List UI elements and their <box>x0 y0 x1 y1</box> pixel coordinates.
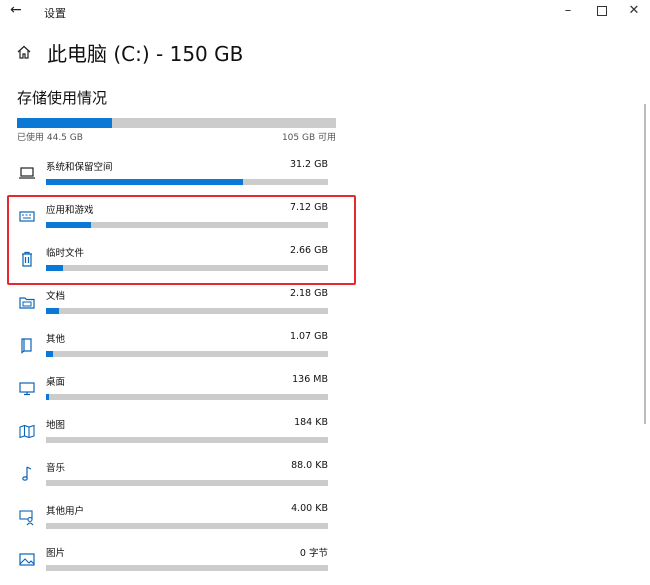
category-name: 桌面 <box>46 377 66 388</box>
maximize-icon <box>597 6 607 16</box>
category-bar-fill <box>46 179 244 185</box>
used-space-label: 已使用 44.5 GB <box>17 133 83 143</box>
category-desktop[interactable]: 桌面 136 MB <box>0 374 340 414</box>
category-size: 136 MB <box>292 374 328 385</box>
category-size: 2.18 GB <box>289 288 328 299</box>
annotation-highlight-box <box>7 195 356 285</box>
category-bar-fill <box>46 394 50 400</box>
category-size: 0 字节 <box>299 548 328 559</box>
category-name: 图片 <box>46 548 66 559</box>
category-maps[interactable]: 地图 184 KB <box>0 417 340 457</box>
category-bar <box>46 437 328 443</box>
category-size: 184 KB <box>294 417 328 428</box>
category-size: 4.00 KB <box>291 503 328 514</box>
other-user-icon <box>17 507 37 527</box>
minimize-button[interactable]: – <box>560 3 576 18</box>
category-bar-fill <box>46 351 54 357</box>
page-title: 此电脑 (C:) - 150 GB <box>47 42 244 66</box>
scrollbar[interactable] <box>644 104 646 424</box>
category-name: 其他用户 <box>46 506 85 517</box>
overall-usage-bar <box>17 118 336 128</box>
category-bar <box>46 480 328 486</box>
close-button[interactable]: ✕ <box>626 3 642 18</box>
back-button[interactable]: ← <box>10 2 22 18</box>
book-icon <box>17 335 37 355</box>
storage-usage-heading: 存储使用情况 <box>17 89 108 107</box>
category-bar <box>46 523 328 529</box>
maximize-button[interactable] <box>594 3 610 20</box>
laptop-icon <box>17 163 37 183</box>
category-bar <box>46 565 328 571</box>
music-note-icon <box>17 464 37 484</box>
category-size: 88.0 KB <box>291 460 328 471</box>
category-music[interactable]: 音乐 88.0 KB <box>0 460 340 500</box>
category-system-reserved[interactable]: 系统和保留空间 31.2 GB <box>0 159 340 199</box>
category-size: 31.2 GB <box>289 159 328 170</box>
home-icon[interactable] <box>16 44 32 60</box>
category-bar <box>46 351 328 357</box>
monitor-icon <box>17 378 37 398</box>
category-name: 地图 <box>46 420 66 431</box>
picture-icon <box>17 549 37 569</box>
category-bar-fill <box>46 308 59 314</box>
free-space-label: 105 GB 可用 <box>281 133 336 143</box>
category-bar <box>46 394 328 400</box>
category-name: 其他 <box>46 334 66 345</box>
category-bar <box>46 308 328 314</box>
folder-icon <box>17 292 37 312</box>
map-icon <box>17 421 37 441</box>
category-name: 音乐 <box>46 463 66 474</box>
category-bar <box>46 179 328 185</box>
category-name: 文档 <box>46 291 66 302</box>
category-other[interactable]: 其他 1.07 GB <box>0 331 340 371</box>
category-documents[interactable]: 文档 2.18 GB <box>0 288 340 328</box>
category-name: 系统和保留空间 <box>46 162 113 173</box>
category-pictures[interactable]: 图片 0 字节 <box>0 545 340 585</box>
category-other-users[interactable]: 其他用户 4.00 KB <box>0 503 340 543</box>
category-size: 1.07 GB <box>289 331 328 342</box>
app-title: 设置 <box>44 7 66 20</box>
title-bar: ← 设置 – ✕ <box>0 0 650 26</box>
overall-usage-fill <box>17 118 112 128</box>
